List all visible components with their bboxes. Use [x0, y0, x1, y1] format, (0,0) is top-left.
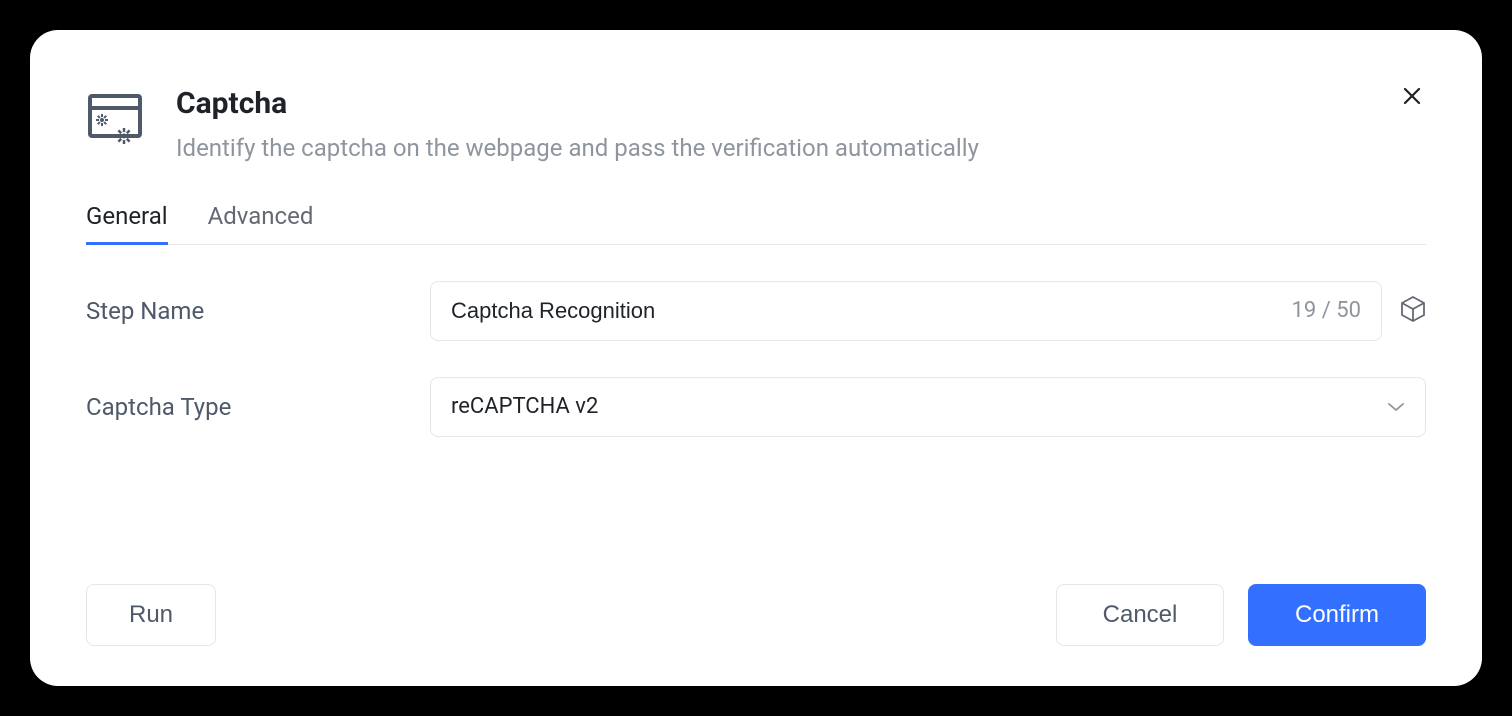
close-icon — [1400, 84, 1424, 108]
header-text: Captcha Identify the captcha on the webp… — [176, 86, 1426, 166]
char-count: 19 / 50 — [1292, 298, 1361, 323]
form: Step Name 19 / 50 Captcha Type — [86, 281, 1426, 548]
cube-icon — [1400, 295, 1426, 323]
captcha-type-control: reCAPTCHA v2 — [430, 377, 1426, 437]
dialog-subtitle: Identify the captcha on the webpage and … — [176, 132, 1426, 166]
captcha-type-value: reCAPTCHA v2 — [451, 394, 598, 419]
captcha-type-label: Captcha Type — [86, 393, 406, 421]
cancel-button[interactable]: Cancel — [1056, 584, 1224, 646]
tab-general[interactable]: General — [86, 202, 168, 244]
variable-button[interactable] — [1400, 295, 1426, 327]
step-name-input[interactable] — [451, 298, 1280, 324]
confirm-button[interactable]: Confirm — [1248, 584, 1426, 646]
footer-right: Cancel Confirm — [1056, 584, 1426, 646]
captcha-dialog: Captcha Identify the captcha on the webp… — [30, 30, 1482, 686]
step-name-input-wrapper: 19 / 50 — [430, 281, 1382, 341]
step-name-row: Step Name 19 / 50 — [86, 281, 1426, 341]
step-name-label: Step Name — [86, 297, 406, 325]
chevron-down-icon — [1387, 397, 1405, 416]
run-button[interactable]: Run — [86, 584, 216, 646]
tabs: General Advanced — [86, 202, 1426, 245]
captcha-type-row: Captcha Type reCAPTCHA v2 — [86, 377, 1426, 437]
dialog-footer: Run Cancel Confirm — [86, 548, 1426, 646]
captcha-window-icon — [86, 92, 150, 154]
tab-advanced[interactable]: Advanced — [208, 202, 314, 244]
captcha-type-select[interactable]: reCAPTCHA v2 — [430, 377, 1426, 437]
step-name-control: 19 / 50 — [430, 281, 1426, 341]
close-button[interactable] — [1398, 82, 1426, 110]
dialog-header: Captcha Identify the captcha on the webp… — [86, 86, 1426, 166]
dialog-title: Captcha — [176, 86, 1426, 122]
